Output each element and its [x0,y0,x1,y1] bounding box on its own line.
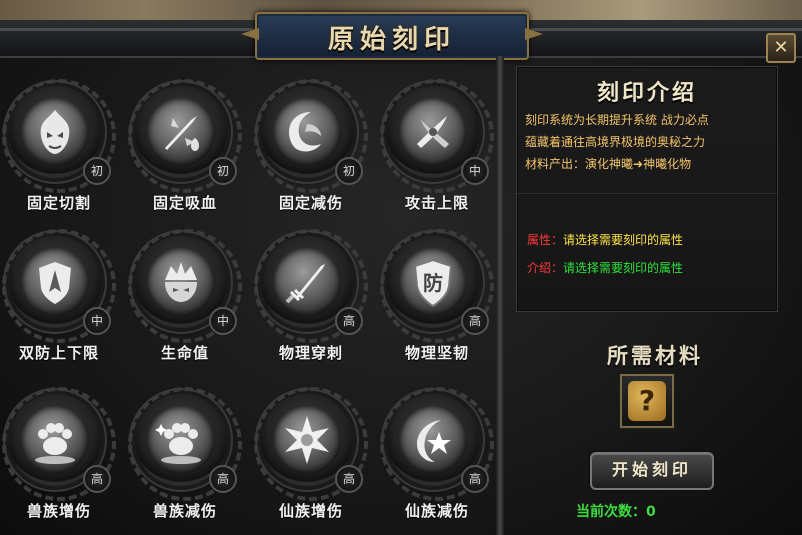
engraving-slot[interactable]: 中 生命值 [128,222,248,372]
engraving-label: 仙族减伤 [380,498,494,524]
engraving-slot[interactable]: 高 仙族增伤 [254,380,374,530]
shield-glyph: 防 [423,271,443,295]
grade-badge: 初 [83,157,111,185]
blade-blood-icon [147,98,215,166]
engraving-label: 兽族增伤 [2,498,116,524]
sword-pierce-icon [273,248,341,316]
start-engrave-button[interactable]: 开始刻印 [590,452,714,490]
shield-swirl-icon [273,98,341,166]
engraving-slot[interactable]: 高 兽族增伤 [2,380,122,530]
engraving-label: 物理穿刺 [254,340,368,366]
grade-badge: 初 [209,157,237,185]
paw-icon [21,406,89,474]
engraving-slot[interactable]: 高 物理穿刺 [254,222,374,372]
engraving-medal: 高 [2,387,116,501]
engraving-slot[interactable]: 防 高 物理坚韧 [380,222,500,372]
engraving-grid: 初 固定切割 初 固定吸血 初 固定减伤 中 攻击上限 中 双防上下限 中 生命… [0,58,496,535]
engraving-slot[interactable]: 中 双防上下限 [2,222,122,372]
window-title: 原始刻印 [327,25,456,55]
engrave-count: 当前次数：0 [576,501,656,521]
close-icon: ✕ [773,37,789,58]
engraving-medal: 初 [2,79,116,193]
engraving-label: 固定切割 [2,190,116,216]
material-slot[interactable]: ? [620,374,674,428]
engraving-label: 物理坚韧 [380,340,494,366]
engraving-label: 兽族减伤 [128,498,242,524]
panel-separator [517,193,777,194]
question-mark-icon: ? [628,381,666,421]
grade-badge: 高 [83,465,111,493]
grade-badge: 高 [335,307,363,335]
engraving-label: 生命值 [128,340,242,366]
game-window: 原始刻印 ✕ 初 固定切割 初 固定吸血 初 固定减伤 中 攻击上限 中 双防上… [0,0,802,535]
engraving-medal: 防 高 [380,229,494,343]
engraving-slot[interactable]: 初 固定减伤 [254,72,374,222]
crown-helmet-icon [147,248,215,316]
engraving-label: 固定吸血 [128,190,242,216]
paw-sparkle-icon [147,406,215,474]
attribute-value: 请选择需要刻印的属性 [563,233,684,247]
intro-line-1: 刻印系统为长期提升系统 战力必点 [525,113,709,127]
engraving-slot[interactable]: 初 固定吸血 [128,72,248,222]
intro-line-3: 材料产出：演化神曦➜神曦化物 [525,153,775,175]
intro-title: 刻印介绍 [596,80,697,106]
arrow-icon: ➜ [633,157,644,171]
engraving-label: 攻击上限 [380,190,494,216]
engraving-medal: 初 [128,79,242,193]
grade-badge: 初 [335,157,363,185]
emblem-shield-icon [21,248,89,316]
moon-star-icon [399,406,467,474]
engraving-medal: 初 [254,79,368,193]
intro-description: 刻印系统为长期提升系统 战力必点 蕴藏着通往高境界极境的奥秘之力 材料产出：演化… [525,109,775,175]
engraving-medal: 中 [128,229,242,343]
intro-panel: 刻印介绍 刻印系统为长期提升系统 战力必点 蕴藏着通往高境界极境的奥秘之力 材料… [516,66,778,312]
count-value: 0 [646,504,656,520]
engraving-slot[interactable]: 高 仙族减伤 [380,380,500,530]
attribute-line: 属性：请选择需要刻印的属性 [527,231,683,248]
count-label: 当前次数： [576,504,646,520]
title-plate: 原始刻印 [255,12,529,60]
intro-line: 介绍：请选择需要刻印的属性 [527,259,683,276]
engraving-label: 双防上下限 [2,340,116,366]
grade-badge: 高 [335,465,363,493]
engraving-medal: 中 [2,229,116,343]
engraving-slot[interactable]: 初 固定切割 [2,72,122,222]
materials-title: 所需材料 [607,343,703,368]
engraving-medal: 高 [254,229,368,343]
engraving-label: 固定减伤 [254,190,368,216]
grade-badge: 中 [461,157,489,185]
intro-value: 请选择需要刻印的属性 [563,261,684,275]
close-button[interactable]: ✕ [766,33,796,63]
grade-badge: 高 [209,465,237,493]
grade-badge: 中 [83,307,111,335]
engraving-medal: 高 [254,387,368,501]
engraving-label: 仙族增伤 [254,498,368,524]
intro-line-2: 蕴藏着通往高境界极境的奥秘之力 [525,135,706,149]
crossed-blades-icon [399,98,467,166]
engraving-slot[interactable]: 高 兽族减伤 [128,380,248,530]
attribute-key: 属性： [527,233,564,247]
defense-shield-icon: 防 [399,248,467,316]
engraving-medal: 中 [380,79,494,193]
grade-badge: 高 [461,307,489,335]
material-source-prefix: 材料产出：演化神曦 [525,157,634,171]
engraving-slot[interactable]: 中 攻击上限 [380,72,500,222]
engraving-medal: 高 [128,387,242,501]
grade-badge: 高 [461,465,489,493]
intro-key: 介绍： [527,261,564,275]
engraving-medal: 高 [380,387,494,501]
flame-demon-icon [21,98,89,166]
material-source-suffix: 神曦化物 [643,157,692,171]
crystal-star-icon [273,406,341,474]
grade-badge: 中 [209,307,237,335]
